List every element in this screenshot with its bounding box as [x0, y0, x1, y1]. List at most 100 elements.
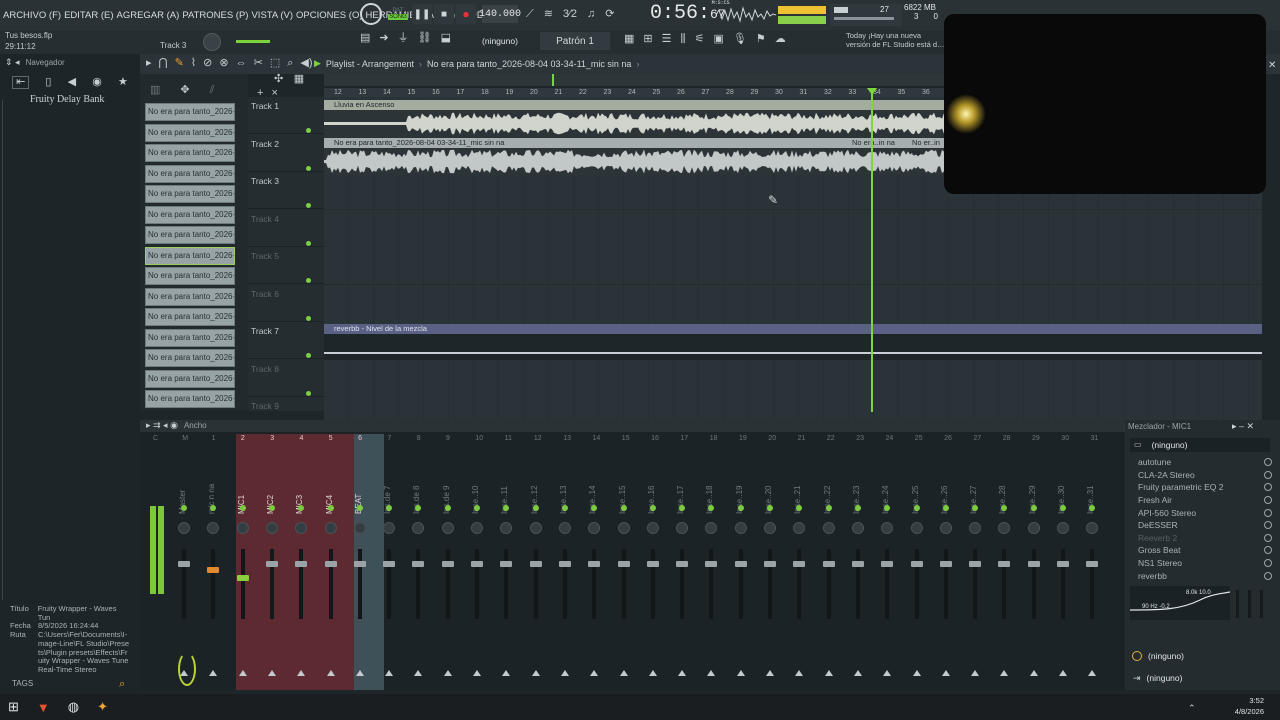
fader-cap[interactable]	[500, 561, 513, 567]
volume-fader[interactable]	[969, 549, 982, 619]
volume-fader[interactable]	[588, 549, 601, 619]
mixer-led[interactable]	[854, 505, 861, 511]
mixer-strip[interactable]: Inse..20	[756, 434, 784, 689]
track-active-led[interactable]	[306, 203, 311, 208]
mixer-strip[interactable]: Ins.de 9	[434, 434, 462, 689]
browser-icon[interactable]: ▣	[713, 34, 723, 45]
fader-cap[interactable]	[734, 561, 747, 567]
stamp-icon[interactable]: ⬓	[441, 33, 451, 44]
mixer-strip[interactable]: Inse..17	[668, 434, 696, 689]
fader-cap[interactable]	[939, 561, 952, 567]
mixer-strip[interactable]: Inse..18	[697, 434, 725, 689]
volume-fader[interactable]	[1086, 549, 1099, 619]
mute-icon[interactable]: ⊗	[219, 58, 228, 69]
mixer-strip[interactable]: Inse..28	[990, 434, 1018, 689]
mixer-strip[interactable]: Inse..21	[785, 434, 813, 689]
clip-source-item[interactable]: No era para tanto_2026-…	[145, 144, 235, 162]
master-pitch-slider[interactable]	[236, 40, 270, 43]
pan-knob[interactable]	[471, 522, 483, 534]
playlist-scroll-icon[interactable]: ✕	[1268, 60, 1276, 71]
stop-button[interactable]: ■	[434, 4, 454, 24]
fader-cap[interactable]	[178, 561, 190, 567]
mixer-strip[interactable]: BEAT	[346, 434, 374, 689]
track-active-led[interactable]	[306, 315, 311, 321]
fader-cap[interactable]	[412, 561, 425, 567]
clip-source-item[interactable]: No era para tanto_2026-…	[145, 349, 235, 367]
effect-slot[interactable]: DeESSER	[1130, 519, 1275, 532]
clip-source-item[interactable]: No era para tanto_2026-…	[145, 226, 235, 244]
volume-fader[interactable]	[558, 549, 571, 619]
track-name[interactable]: Track 6	[251, 289, 279, 299]
effect-slot-toggle[interactable]	[1264, 546, 1272, 555]
pan-knob[interactable]	[734, 522, 747, 534]
blend-notes-icon[interactable]: ♫	[587, 8, 595, 20]
pause-button[interactable]: ❚❚	[412, 4, 432, 24]
mixer-strip[interactable]: Inse..23	[844, 434, 872, 689]
fl-studio-icon[interactable]: ✦	[97, 699, 108, 715]
clip-track1[interactable]: Lluvia en Ascenso	[324, 100, 944, 137]
route-arrow-icon[interactable]	[678, 670, 687, 676]
effect-slot-toggle[interactable]	[1264, 508, 1272, 517]
mixer-strip[interactable]: Inse..29	[1020, 434, 1048, 689]
route-arrow-icon[interactable]	[619, 670, 628, 676]
routing-select[interactable]: (ninguno)	[482, 36, 518, 46]
mixer-led[interactable]	[239, 505, 246, 511]
mixer-strip[interactable]: Ins.de 8	[404, 434, 432, 689]
volume-fader[interactable]	[910, 549, 923, 619]
mixer-strip[interactable]: Ins.de 7	[375, 434, 403, 689]
pan-knob[interactable]	[822, 522, 835, 534]
song-mode-toggle[interactable]: PAT SONG	[388, 4, 408, 24]
slice-icon[interactable]: ✂	[254, 58, 263, 69]
mixer-led[interactable]	[942, 505, 949, 511]
menu-item-4[interactable]: VISTA (V)	[251, 10, 293, 21]
mixer-strip[interactable]: Inse..16	[639, 434, 667, 689]
metronome-icon[interactable]: ⟋	[526, 8, 534, 20]
volume-fader[interactable]	[207, 549, 220, 619]
volume-fader[interactable]	[939, 549, 952, 619]
effect-slot-toggle[interactable]	[1264, 458, 1272, 467]
mixer-strip[interactable]: MIC3	[287, 434, 315, 689]
pan-knob[interactable]	[441, 522, 454, 534]
clip-source-item[interactable]: No era para tanto_2026-…	[145, 328, 235, 347]
route-arrow-icon[interactable]	[1088, 670, 1097, 676]
countdown-icon[interactable]: 3⁄2	[563, 8, 577, 20]
fader-cap[interactable]	[529, 561, 542, 567]
route-arrow-icon[interactable]	[766, 670, 774, 676]
route-arrow-icon[interactable]	[736, 670, 745, 676]
mixer-strip[interactable]: Inse..14	[580, 434, 608, 689]
volume-fader[interactable]	[529, 549, 542, 619]
mixer-strip[interactable]: Master	[170, 434, 198, 689]
volume-fader[interactable]	[295, 549, 308, 619]
browser-file-icon[interactable]: ▯	[45, 76, 51, 88]
fader-cap[interactable]	[910, 561, 923, 567]
volume-fader[interactable]	[764, 549, 776, 619]
route-arrow-icon[interactable]	[473, 670, 481, 676]
mixer-strip[interactable]: Inse..27	[961, 434, 989, 689]
clip-source-item[interactable]: No era para tanto_2026-…	[145, 205, 235, 224]
mixer-led[interactable]	[327, 505, 334, 511]
pan-knob[interactable]	[969, 522, 982, 534]
tray-arrow-icon[interactable]: ⌃	[1188, 703, 1196, 714]
track-lane[interactable]	[324, 284, 1262, 322]
mixer-strip[interactable]: Inse..31	[1078, 434, 1106, 689]
obs-icon[interactable]: ◍	[68, 699, 79, 715]
fader-cap[interactable]	[1086, 561, 1099, 567]
track-name[interactable]: Track 1	[251, 101, 279, 111]
menu-item-0[interactable]: ARCHIVO (F)	[3, 10, 61, 21]
route-arrow-icon[interactable]	[648, 670, 657, 676]
mixer-strip[interactable]: Inse..11	[492, 434, 520, 689]
mixer-output-1[interactable]: (ninguno)	[1130, 649, 1275, 663]
keyboard-icon[interactable]: ▤	[360, 33, 370, 44]
wait-input-icon[interactable]: ≋	[544, 8, 553, 20]
main-volume-knob[interactable]	[203, 33, 221, 51]
route-arrow-icon[interactable]	[1000, 670, 1009, 676]
clip-source-item[interactable]: No era para tanto_2026-…	[145, 164, 235, 183]
volume-fader[interactable]	[793, 549, 806, 619]
track-active-led[interactable]	[306, 240, 311, 246]
pan-knob[interactable]	[793, 522, 806, 534]
track-name[interactable]: Track 4	[251, 214, 279, 224]
speaker-icon[interactable]: ◀)	[300, 58, 312, 69]
pencil-icon[interactable]: ✎	[175, 58, 184, 69]
menu-item-5[interactable]: OPCIONES (O)	[296, 10, 363, 21]
volume-fader[interactable]	[1027, 549, 1040, 619]
